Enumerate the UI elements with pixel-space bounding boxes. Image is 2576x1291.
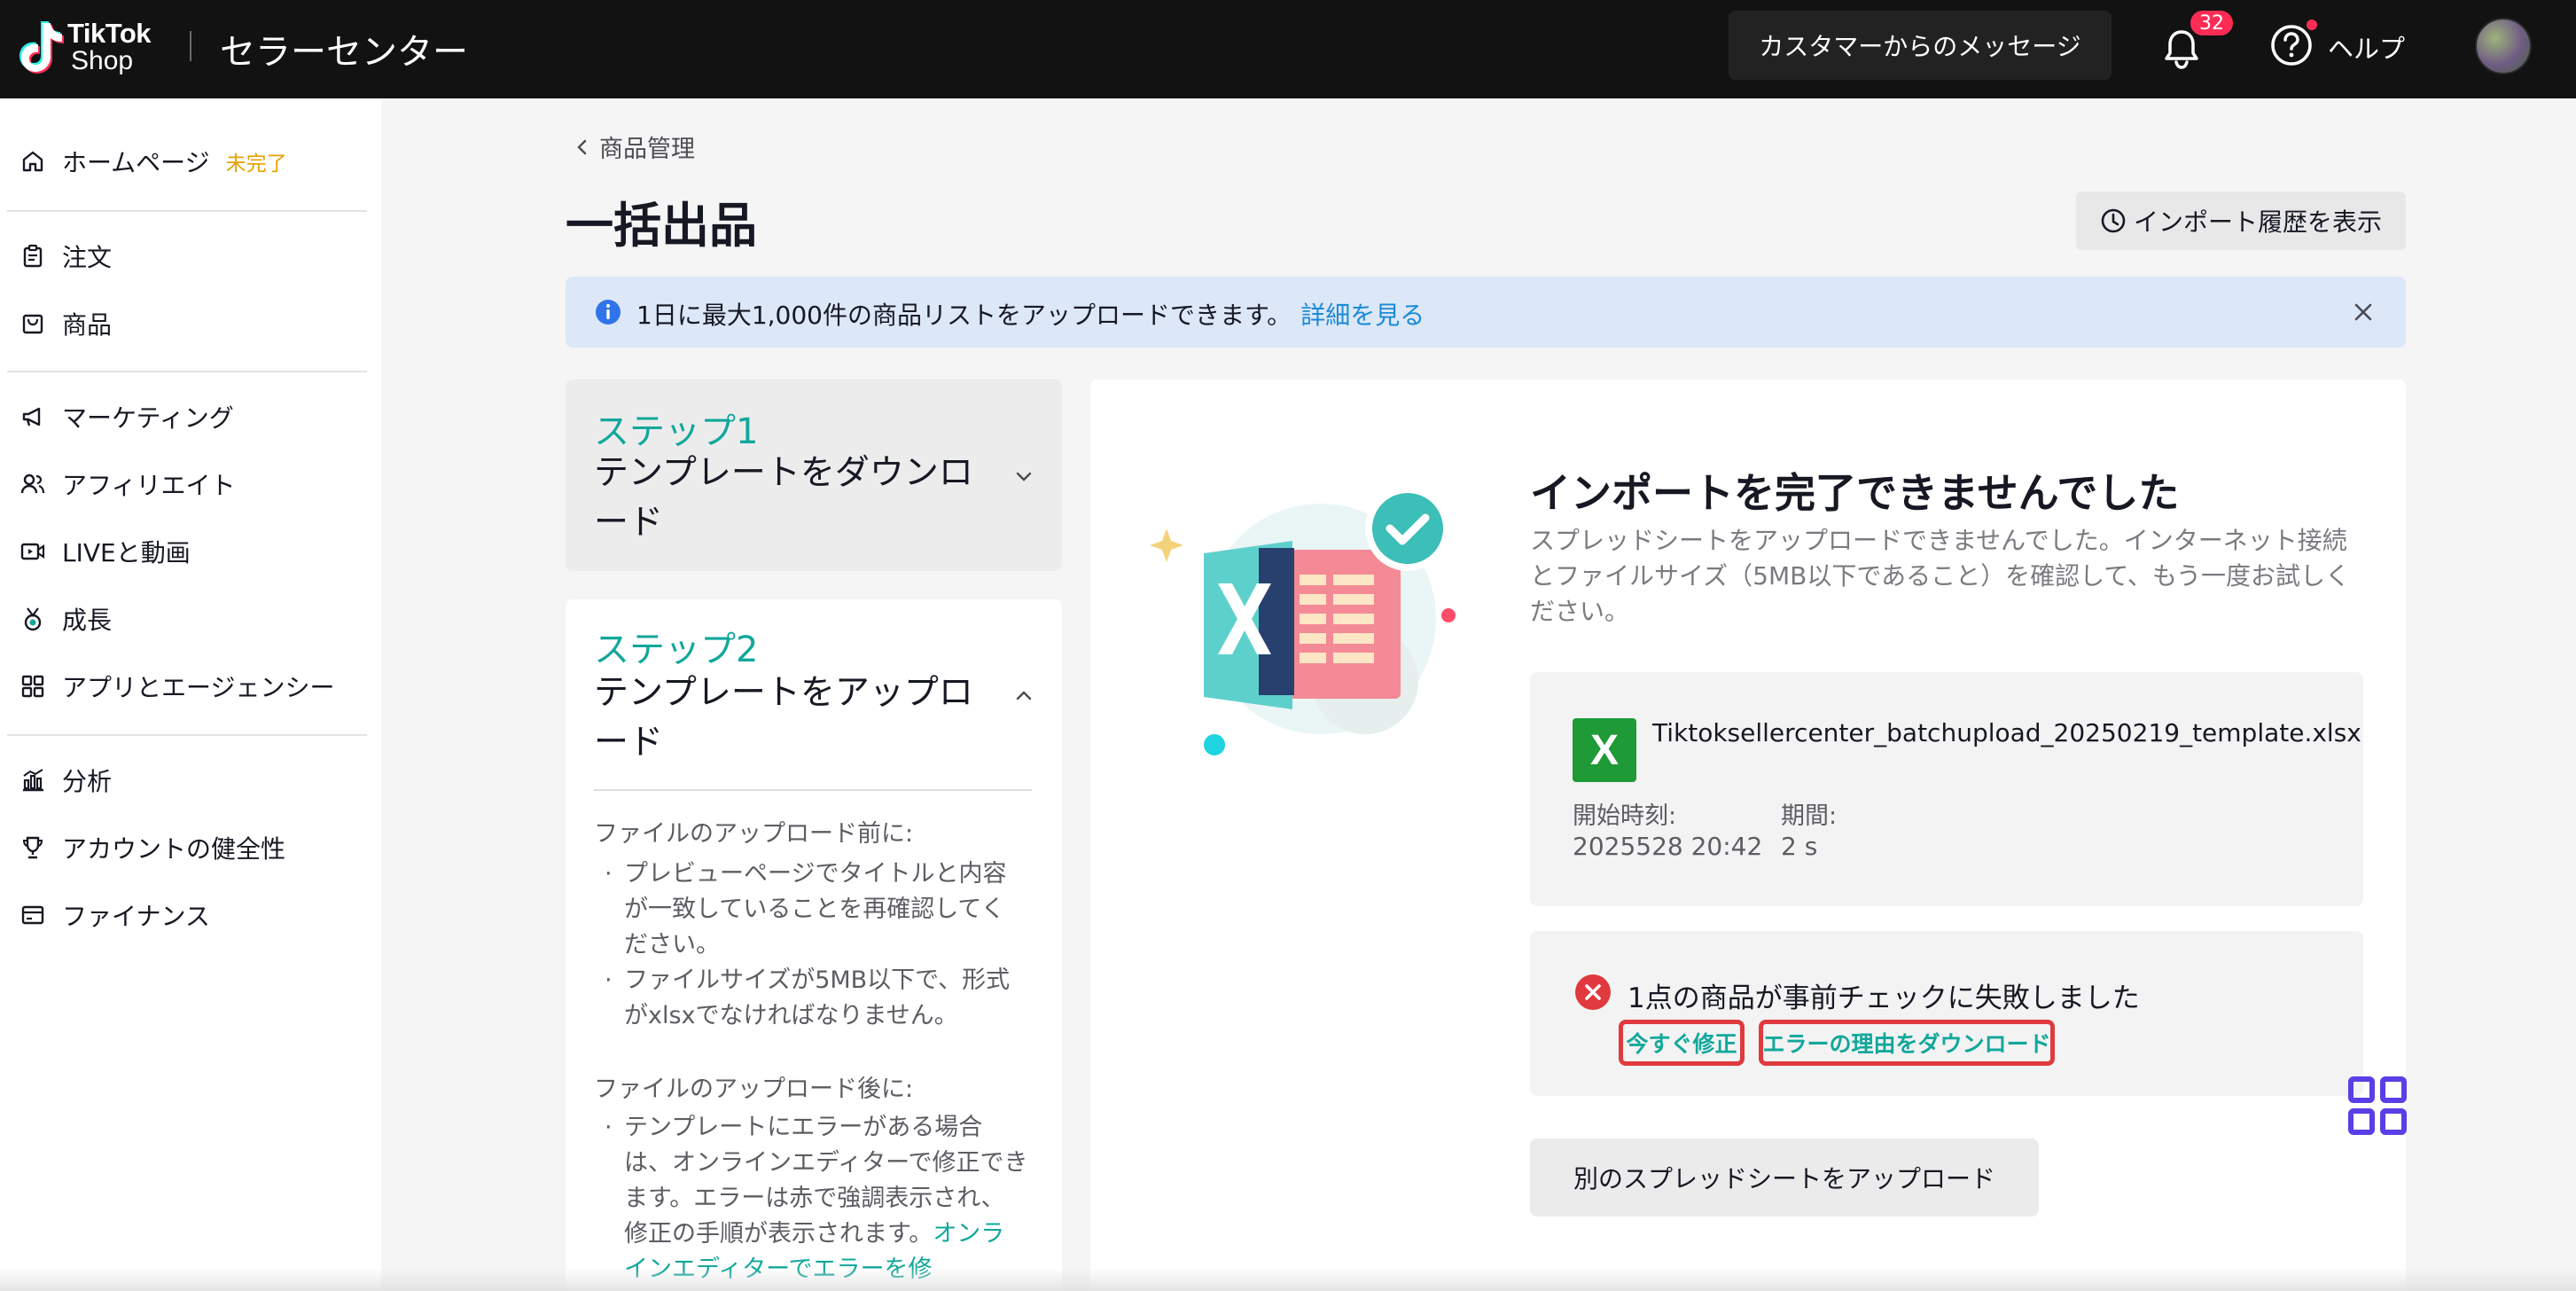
clipboard-icon (23, 244, 43, 268)
people-icon (20, 473, 45, 494)
customer-messages-button[interactable]: カスタマーからのメッセージ (1729, 11, 2112, 80)
step1-title: テンプレートをダウンロード (594, 453, 973, 543)
duration-value: 2 s (1781, 832, 1818, 861)
sidebar-item-account-health[interactable]: アカウントの健全性 (20, 825, 285, 870)
incomplete-badge: 未完了 (225, 153, 287, 176)
duration-label: 期間: (1781, 802, 1838, 830)
video-icon (20, 543, 45, 560)
step2-divider (594, 789, 1032, 791)
import-result-card: インポートを完了できませんでした スプレッドシートをアップロードできませんでした… (1090, 379, 2406, 1291)
sidebar-item-affiliate[interactable]: アフィリエイト (20, 462, 235, 506)
notification-count-badge: 32 (2188, 8, 2236, 38)
app-title: セラーセンター (220, 32, 468, 73)
after-upload-heading: ファイルのアップロード後に: (594, 1076, 914, 1103)
sidebar-item-products[interactable]: 商品 (20, 301, 112, 346)
sidebar-item-growth[interactable]: 成長 (20, 597, 112, 641)
trophy-icon (22, 836, 43, 859)
precheck-error-text: 1点の商品が事前チェックに失敗しました (1628, 982, 2140, 1014)
sidebar-item-analytics[interactable]: 分析 (20, 758, 112, 802)
sidebar-item-home[interactable]: ホームページ 未完了 (20, 139, 287, 184)
top-bar: TikTok Shop セラーセンター カスタマーからのメッセージ 32 ヘルプ (0, 0, 2576, 98)
logo-word-shop: Shop (71, 46, 134, 75)
sidebar-item-label: 成長 (62, 606, 113, 635)
download-error-reasons-link[interactable]: エラーの理由をダウンロード (1759, 1020, 2055, 1066)
upload-another-spreadsheet-button[interactable]: 別のスプレッドシートをアップロード (1530, 1138, 2039, 1217)
apps-grid-icon[interactable] (2347, 1076, 2408, 1136)
learn-more-link[interactable]: 詳細を見る (1300, 301, 1425, 330)
step1-panel[interactable]: ステップ1 テンプレートをダウンロード (566, 379, 1062, 571)
tiktok-note-icon (20, 21, 64, 74)
sidebar-item-marketing[interactable]: マーケティング (20, 395, 234, 439)
start-time-value: 2025528 20:42 (1573, 832, 1763, 861)
sidebar-item-label: LIVEと動画 (62, 538, 191, 567)
sidebar-item-live-video[interactable]: LIVEと動画 (20, 529, 191, 574)
after-upload-list: テンプレートにエラーがある場合は、オンラインエディターで修正できます。エラーは赤… (594, 1110, 1028, 1287)
breadcrumb[interactable]: 商品管理 (573, 129, 695, 164)
step2-number: ステップ2 (594, 630, 759, 670)
before-upload-list: プレビューページでタイトルと内容が一致していることを再確認してください。 ファイ… (594, 857, 1028, 1034)
sidebar-divider (7, 734, 367, 736)
import-history-label: インポート履歴を表示 (2133, 207, 2382, 237)
before-upload-heading: ファイルのアップロード前に: (594, 820, 914, 848)
sidebar-item-finance[interactable]: ファイナンス (20, 893, 210, 937)
info-icon (596, 300, 621, 325)
sidebar-divider (7, 210, 367, 212)
sidebar-item-orders[interactable]: 注文 (20, 234, 112, 278)
list-item: ファイルサイズが5MB以下で、形式がxlsxでなければなりません。 (594, 963, 1028, 1034)
sidebar-item-label: 商品 (62, 310, 113, 340)
error-icon (1575, 974, 1611, 1010)
chevron-down-icon[interactable] (1012, 465, 1035, 488)
sidebar-item-label: 分析 (62, 767, 113, 796)
step2-title: テンプレートをアップロード (594, 673, 973, 763)
sidebar-item-label: マーケティング (62, 403, 234, 433)
info-banner-message: 1日に最大1,000件の商品リストをアップロードできます。 (636, 301, 1292, 330)
step1-number: ステップ1 (594, 411, 759, 452)
sidebar-item-label: 注文 (62, 243, 113, 272)
info-banner-text: 1日に最大1,000件の商品リストをアップロードできます。 詳細を見る (636, 296, 1425, 332)
import-history-button[interactable]: インポート履歴を表示 (2076, 192, 2406, 250)
logo-word-tiktok: TikTok (67, 18, 152, 49)
spreadsheet-illustration (1150, 486, 1456, 755)
sidebar: ホームページ 未完了 注文 商品 マーケティング アフィリエイト LIVEと動画… (0, 98, 381, 1291)
sidebar-item-label: アカウントの健全性 (62, 834, 286, 864)
result-title: インポートを完了できませんでした (1530, 469, 2180, 517)
apps-icon (21, 675, 44, 698)
result-description: スプレッドシートをアップロードできませんでした。インターネット接続とファイルサイ… (1530, 526, 2350, 626)
list-item: テンプレートにエラーがある場合は、オンラインエディターで修正できます。エラーは赤… (594, 1110, 1028, 1287)
logo-divider (190, 31, 191, 61)
help-label[interactable]: ヘルプ (2328, 28, 2405, 66)
home-icon (22, 151, 43, 172)
avatar[interactable] (2475, 18, 2532, 74)
step2-panel: ステップ2 テンプレートをアップロード ファイルのアップロード前に: プレビュー… (566, 599, 1062, 1291)
megaphone-icon (22, 407, 41, 426)
file-name: Tiktoksellercenter_batchupload_20250219_… (1652, 718, 2361, 747)
info-banner: 1日に最大1,000件の商品リストをアップロードできます。 詳細を見る (566, 277, 2406, 348)
close-icon[interactable] (2351, 300, 2376, 325)
page-title: 一括出品 (566, 198, 757, 254)
chart-icon (23, 769, 43, 792)
start-time-label: 開始時刻: (1573, 802, 1677, 830)
sidebar-item-label: アフィリエイト (62, 471, 236, 500)
help-notification-dot (2307, 20, 2317, 30)
sidebar-item-label: ホームページ (62, 148, 210, 177)
excel-file-icon: X (1573, 718, 1636, 782)
list-item: プレビューページでタイトルと内容が一致していることを再確認してください。 (594, 857, 1028, 963)
sidebar-item-label: ファイナンス (62, 902, 210, 931)
help-icon[interactable] (2269, 23, 2314, 67)
clock-icon (2101, 208, 2126, 233)
wallet-icon (21, 905, 44, 925)
file-info-box: X Tiktoksellercenter_batchupload_2025021… (1530, 672, 2363, 906)
sidebar-item-label: アプリとエージェンシー (62, 673, 335, 702)
bag-icon (22, 314, 43, 334)
precheck-error-box: 1点の商品が事前チェックに失敗しました 今すぐ修正 エラーの理由をダウンロード (1530, 931, 2363, 1096)
chevron-up-icon[interactable] (1012, 685, 1035, 708)
chevron-left-icon (577, 139, 587, 154)
tiktok-shop-logo[interactable]: TikTok Shop (18, 18, 168, 76)
medal-icon (24, 607, 42, 631)
sidebar-item-apps-agencies[interactable]: アプリとエージェンシー (20, 664, 334, 708)
breadcrumb-label: 商品管理 (599, 136, 695, 163)
fix-now-link[interactable]: 今すぐ修正 (1619, 1020, 1745, 1066)
sidebar-divider (7, 371, 367, 372)
